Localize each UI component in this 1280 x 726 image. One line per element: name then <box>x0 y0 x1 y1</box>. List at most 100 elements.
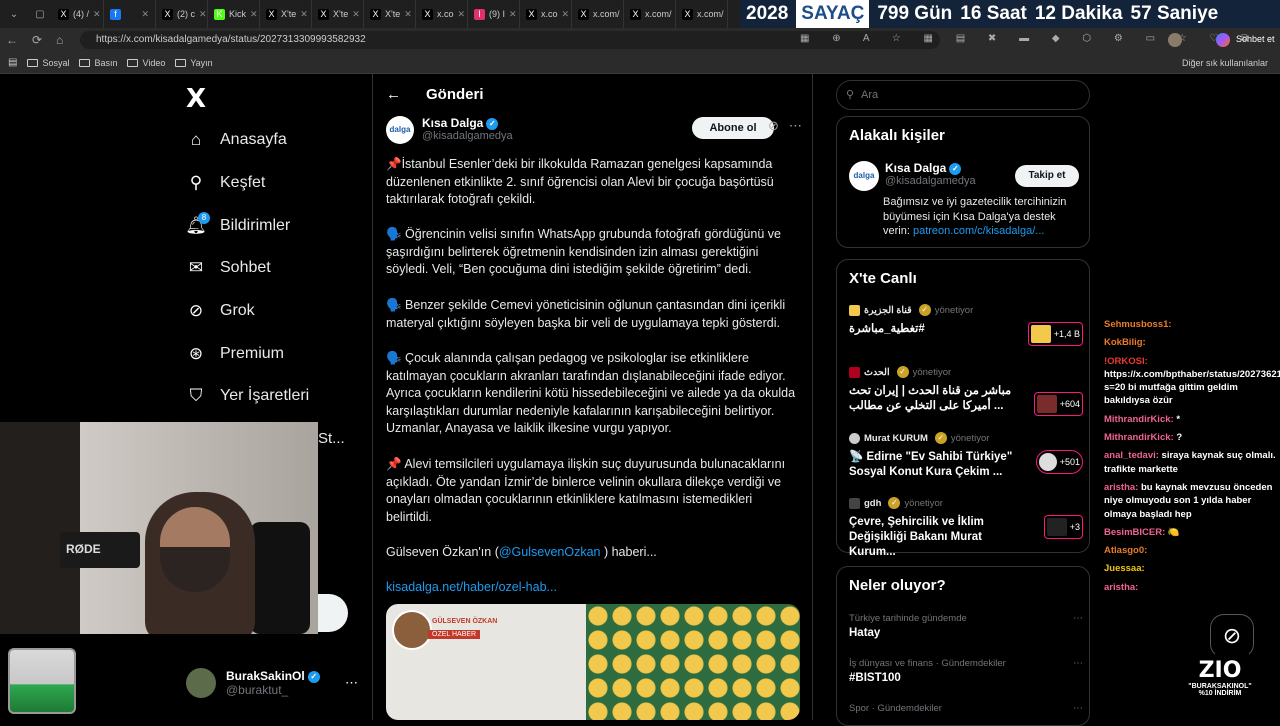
browser-tab[interactable]: X(4) /✕ <box>52 0 104 28</box>
browser-tab[interactable]: Xx.co✕ <box>416 0 468 28</box>
tab-favicon-icon: f <box>110 9 121 20</box>
nav-premium[interactable]: ⊛Premium <box>186 344 284 364</box>
search-input[interactable]: ⚲Ara <box>836 80 1090 110</box>
verified-icon: ✓ <box>888 497 900 509</box>
browser-tab[interactable]: KKick✕ <box>208 0 260 28</box>
folder-icon <box>79 59 90 67</box>
account-more-icon[interactable]: ⋯ <box>345 675 358 691</box>
tab-menu-button[interactable]: ⌄ <box>0 0 28 28</box>
browser-tab[interactable]: XX'te✕ <box>312 0 364 28</box>
media-image[interactable] <box>586 604 800 720</box>
other-bookmarks[interactable]: Diğer sık kullanılanlar <box>1182 58 1268 68</box>
trend-item[interactable]: Spor · Gündemdekiler⋯ <box>849 703 1083 717</box>
trend-topic: Hatay <box>849 627 1083 639</box>
post-media[interactable]: GÜLSEVEN ÖZKAN ÖZEL HABER <box>386 604 800 720</box>
avatar[interactable]: dalga <box>849 161 879 191</box>
live-title: 📡 Edirne "Ev Sahibi Türkiye" Sosyal Konu… <box>849 450 1024 480</box>
close-tab-icon[interactable]: ✕ <box>509 9 517 20</box>
more-icon[interactable]: ⋯ <box>1073 613 1083 624</box>
close-tab-icon[interactable]: ✕ <box>250 9 258 20</box>
browser-tab[interactable]: XX'te✕ <box>364 0 416 28</box>
media-image[interactable]: GÜLSEVEN ÖZKAN ÖZEL HABER <box>386 604 586 720</box>
tab-favicon-icon: X <box>578 9 589 20</box>
author-name[interactable]: Kısa Dalga <box>422 116 483 130</box>
tab-favicon-icon: X <box>58 9 69 20</box>
close-tab-icon[interactable]: ✕ <box>300 9 308 20</box>
browser-tab[interactable]: Xx.co✕ <box>520 0 572 28</box>
verified-icon: ✓ <box>935 432 947 444</box>
browser-nav-buttons[interactable]: ←⟳⌂ <box>6 33 77 47</box>
webcam-background <box>0 422 80 634</box>
close-tab-icon[interactable]: ✕ <box>352 9 360 20</box>
browser-tab[interactable]: I (9) I ✕ <box>468 0 520 28</box>
tab-title: x.com/ <box>645 9 672 19</box>
live-space-item[interactable]: الحدث✓yönetiyor مباشر من قناة الحدث | إي… <box>849 366 1083 414</box>
nav-notifications[interactable]: 🔔︎8Bildirimler <box>186 216 290 236</box>
nav-home[interactable]: ⌂Anasayfa <box>186 130 287 150</box>
nav-more-partial[interactable]: St... <box>318 430 345 447</box>
live-space-item[interactable]: قناة الجزيرة✓yönetiyor تغطية_مباشرة# +1,… <box>849 304 1083 337</box>
back-arrow-icon[interactable]: ← <box>386 86 401 103</box>
close-tab-icon[interactable]: ✕ <box>199 9 207 20</box>
browser-toolbar-icons[interactable]: ▦ ⊕ A ☆ ▦ ▤ ✖ ▬ ◆ ⬡ ⚙ ▭ ☆ ♡ ⧉ <box>800 33 1258 44</box>
mail-icon: ✉ <box>186 258 206 278</box>
copilot-chat-label[interactable]: Sohbet et <box>1236 34 1275 44</box>
post-paragraph: 🗣️ Benzer şekilde Cemevi yöneticisinin o… <box>386 297 798 332</box>
browser-tab[interactable]: Xx.com/✕ <box>624 0 676 28</box>
chat-message: BesimBICER: 🍋 <box>1104 526 1280 539</box>
live-space-item[interactable]: gdh✓yönetiyor Çevre, Şehircilik ve İklim… <box>849 497 1083 560</box>
post-paragraph: 📌 Alevi temsilcileri uygulamaya ilişkin … <box>386 456 798 526</box>
more-icon[interactable]: ⋯ <box>1073 658 1083 669</box>
close-tab-icon[interactable]: ✕ <box>404 9 412 20</box>
mention-link[interactable]: @GulsevenOzkan <box>499 545 601 559</box>
tab-title: X'te <box>333 9 348 19</box>
browser-tab[interactable]: Xx.com/✕ <box>572 0 624 28</box>
close-tab-icon[interactable]: ✕ <box>458 9 466 20</box>
trend-item[interactable]: İş dünyası ve finans · Gündemdekiler#BIS… <box>849 658 1083 684</box>
grok-floating-button[interactable]: ⊘ <box>1210 614 1254 658</box>
column-divider <box>372 74 373 720</box>
related-user[interactable]: dalga Kısa Dalga✓ @kisadalgamedya <box>849 161 976 191</box>
nav-grok[interactable]: ⊘Grok <box>186 301 255 321</box>
author-handle[interactable]: @kisadalgamedya <box>422 130 513 142</box>
tab-favicon-icon: I <box>474 9 485 20</box>
nav-bookmarks[interactable]: ⛉Yer İşaretleri <box>186 386 309 406</box>
reporter-name: GÜLSEVEN ÖZKAN <box>432 618 497 625</box>
tab-actions-icon[interactable]: ▢ <box>28 0 52 28</box>
author-avatar[interactable]: dalga <box>386 116 414 144</box>
follow-button[interactable]: Takip et <box>1015 165 1079 187</box>
bookmark-folder[interactable]: Basın <box>79 58 117 68</box>
section-title: Neler oluyor? <box>837 567 1089 604</box>
close-tab-icon[interactable]: ✕ <box>141 9 149 20</box>
article-link[interactable]: kisadalga.net/haber/ozel-hab... <box>386 579 798 597</box>
bookmark-panel-icon[interactable]: ▤ <box>8 57 17 68</box>
chat-username: MithrandirKick: <box>1104 432 1174 443</box>
bookmark-folder[interactable]: Yayın <box>175 58 212 68</box>
tab-title: (9) I <box>489 9 505 19</box>
bookmark-folder[interactable]: Sosyal <box>27 58 69 68</box>
nav-chat[interactable]: ✉Sohbet <box>186 258 271 278</box>
browser-tab[interactable]: f✕ <box>104 0 156 28</box>
browser-profile-avatar[interactable] <box>1168 33 1182 47</box>
grok-and-more-icons[interactable]: ⊘⋯ <box>768 118 812 134</box>
trend-item[interactable]: Türkiye tarihinde gündemdeHatay⋯ <box>849 613 1083 639</box>
live-space-item[interactable]: Murat KURUM✓yönetiyor 📡 Edirne "Ev Sahib… <box>849 432 1083 480</box>
browser-tab[interactable]: Xx.com/✕ <box>676 0 728 28</box>
more-icon[interactable]: ⋯ <box>1073 703 1083 714</box>
account-switcher[interactable]: BurakSakinOl✓ @buraktut_ <box>186 668 320 698</box>
browser-tab[interactable]: X(2) c✕ <box>156 0 208 28</box>
copilot-icon[interactable] <box>1216 33 1230 47</box>
page-title: Gönderi <box>426 86 484 103</box>
counter-seconds: 57 Saniye <box>1131 3 1219 25</box>
subscribe-button[interactable]: Abone ol <box>692 117 774 139</box>
bio-link[interactable]: patreon.com/c/kisadalga/... <box>913 225 1044 237</box>
browser-tab[interactable]: XX'te✕ <box>260 0 312 28</box>
x-logo[interactable]: X <box>186 84 206 114</box>
nav-explore[interactable]: ⚲Keşfet <box>186 173 265 193</box>
close-tab-icon[interactable]: ✕ <box>93 9 101 20</box>
close-tab-icon[interactable]: ✕ <box>562 9 570 20</box>
chat-message: Sehmusboss1: <box>1104 318 1280 331</box>
post-author[interactable]: dalga Kısa Dalga✓ @kisadalgamedya <box>386 116 513 144</box>
bookmark-folder[interactable]: Video <box>127 58 165 68</box>
chat-username: !ORKOSI: <box>1104 356 1148 367</box>
